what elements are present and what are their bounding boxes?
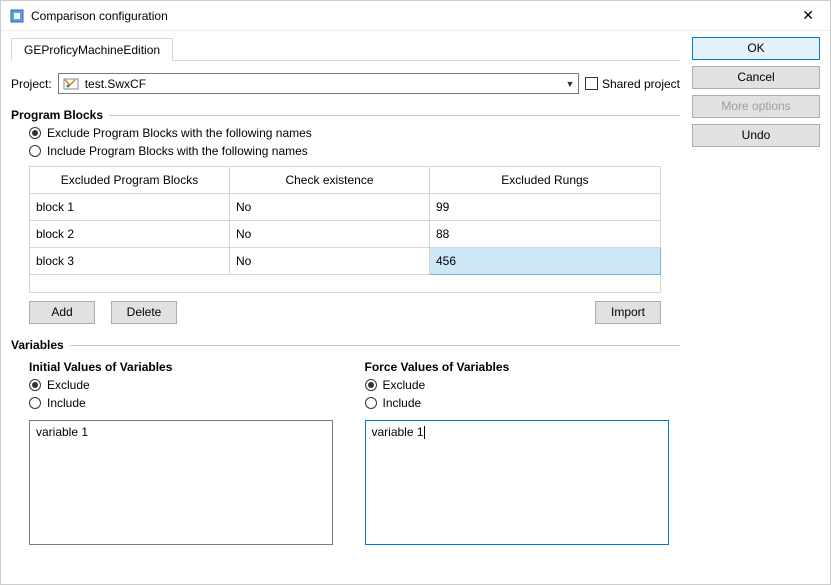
cell-name[interactable]: block 3: [30, 248, 230, 275]
cell-rungs[interactable]: 99: [430, 194, 661, 221]
radio-icon: [365, 397, 377, 409]
cell-rungs[interactable]: 88: [430, 221, 661, 248]
ok-button[interactable]: OK: [692, 37, 820, 60]
program-blocks-title: Program Blocks: [11, 108, 109, 122]
project-combo[interactable]: test.SwxCF ▼: [58, 73, 579, 94]
divider: [70, 345, 680, 346]
project-row: Project: test.SwxCF ▼ Shared project: [11, 73, 680, 94]
initial-values-title: Initial Values of Variables: [29, 360, 345, 374]
textarea-text: variable 1: [36, 425, 88, 439]
import-button[interactable]: Import: [595, 301, 661, 324]
checkbox-icon: [585, 77, 598, 90]
radio-label: Include: [383, 396, 422, 410]
cell-name[interactable]: block 2: [30, 221, 230, 248]
combo-arrow-icon: ▼: [562, 79, 578, 89]
dialog-window: Comparison configuration ✕ GEProficyMach…: [0, 0, 831, 585]
shared-project-label: Shared project: [602, 77, 680, 91]
project-value: test.SwxCF: [83, 77, 562, 91]
empty-row: [30, 275, 661, 293]
radio-icon: [29, 145, 41, 157]
dialog-body: GEProficyMachineEdition Project: test.Sw…: [1, 31, 830, 584]
shared-project-checkbox[interactable]: Shared project: [585, 77, 680, 91]
program-blocks-table: Excluded Program Blocks Check existence …: [29, 166, 661, 293]
col-excluded-rungs[interactable]: Excluded Rungs: [430, 167, 661, 194]
cell-check[interactable]: No: [230, 248, 430, 275]
col-excluded-blocks[interactable]: Excluded Program Blocks: [30, 167, 230, 194]
tab-geproficy[interactable]: GEProficyMachineEdition: [11, 38, 173, 61]
app-icon: [9, 8, 25, 24]
radio-include-label: Include Program Blocks with the followin…: [47, 144, 308, 158]
close-button[interactable]: ✕: [794, 7, 822, 24]
radio-force-include[interactable]: Include: [365, 396, 681, 410]
divider: [109, 115, 680, 116]
titlebar-title: Comparison configuration: [31, 9, 794, 23]
add-button[interactable]: Add: [29, 301, 95, 324]
force-values-title: Force Values of Variables: [365, 360, 681, 374]
radio-initial-include[interactable]: Include: [29, 396, 345, 410]
table-row-empty[interactable]: [30, 275, 661, 293]
main-panel: GEProficyMachineEdition Project: test.Sw…: [11, 37, 692, 574]
radio-icon: [29, 397, 41, 409]
radio-label: Exclude: [47, 378, 90, 392]
cell-name[interactable]: block 1: [30, 194, 230, 221]
force-values-textarea[interactable]: variable 1: [365, 420, 669, 545]
radio-icon: [365, 379, 377, 391]
text-cursor: [424, 426, 425, 439]
radio-label: Exclude: [383, 378, 426, 392]
initial-values-textarea[interactable]: variable 1: [29, 420, 333, 545]
table-buttons: Add Delete Import: [29, 301, 661, 324]
cell-check[interactable]: No: [230, 221, 430, 248]
tab-strip: GEProficyMachineEdition: [11, 37, 680, 61]
cell-check[interactable]: No: [230, 194, 430, 221]
cell-rungs-selected[interactable]: 456: [430, 248, 661, 275]
variables-title: Variables: [11, 338, 70, 352]
radio-exclude-blocks[interactable]: Exclude Program Blocks with the followin…: [29, 126, 680, 140]
undo-button[interactable]: Undo: [692, 124, 820, 147]
radio-include-blocks[interactable]: Include Program Blocks with the followin…: [29, 144, 680, 158]
radio-force-exclude[interactable]: Exclude: [365, 378, 681, 392]
spacer: [193, 301, 579, 324]
cancel-button[interactable]: Cancel: [692, 66, 820, 89]
radio-exclude-label: Exclude Program Blocks with the followin…: [47, 126, 312, 140]
table-row[interactable]: block 1 No 99: [30, 194, 661, 221]
table-header-row: Excluded Program Blocks Check existence …: [30, 167, 661, 194]
radio-initial-exclude[interactable]: Exclude: [29, 378, 345, 392]
radio-icon: [29, 127, 41, 139]
side-buttons: OK Cancel More options Undo: [692, 37, 820, 574]
delete-button[interactable]: Delete: [111, 301, 177, 324]
titlebar: Comparison configuration ✕: [1, 1, 830, 31]
force-values-col: Force Values of Variables Exclude Includ…: [365, 354, 681, 545]
project-file-icon: [63, 76, 79, 92]
variables-body: Initial Values of Variables Exclude Incl…: [29, 354, 680, 545]
table-row[interactable]: block 3 No 456: [30, 248, 661, 275]
textarea-text: variable 1: [372, 425, 424, 439]
radio-icon: [29, 379, 41, 391]
more-options-button[interactable]: More options: [692, 95, 820, 118]
variables-group-header: Variables: [11, 338, 680, 352]
program-blocks-group-header: Program Blocks: [11, 108, 680, 122]
initial-values-col: Initial Values of Variables Exclude Incl…: [29, 354, 345, 545]
radio-label: Include: [47, 396, 86, 410]
project-label: Project:: [11, 77, 52, 91]
table-row[interactable]: block 2 No 88: [30, 221, 661, 248]
col-check-existence[interactable]: Check existence: [230, 167, 430, 194]
